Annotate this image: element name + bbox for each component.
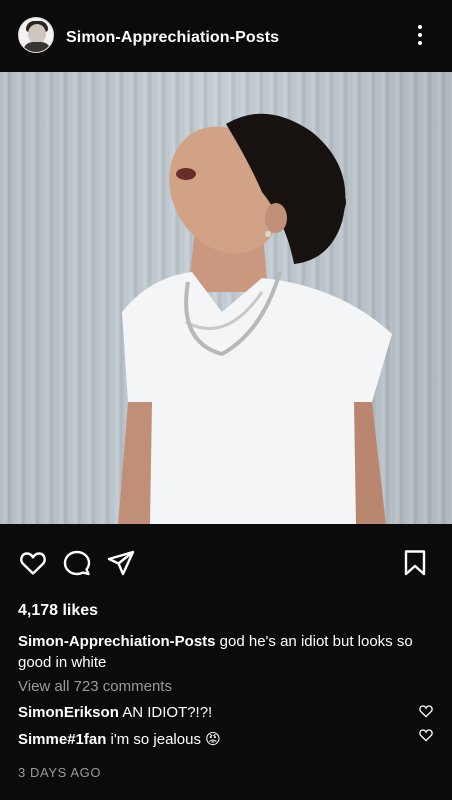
comment-text: i'm so jealous 😡 — [106, 731, 221, 748]
person-figure — [118, 113, 392, 524]
more-options-icon[interactable] — [412, 22, 428, 48]
caption-username[interactable]: Simon-Apprechiation-Posts — [18, 633, 216, 650]
post-timestamp: 3 DAYS AGO — [18, 765, 102, 780]
likes-count[interactable]: 4,178 likes — [18, 602, 98, 620]
post-header: Simon-Apprechiation-Posts — [0, 0, 452, 72]
caption: Simon-Apprechiation-Posts god he's an id… — [18, 631, 438, 673]
post-image[interactable] — [0, 72, 452, 524]
comment-like-icon[interactable] — [418, 727, 434, 743]
comment-row: Simme#1fan i'm so jealous 😡 — [18, 730, 418, 748]
header-username[interactable]: Simon-Apprechiation-Posts — [66, 29, 279, 47]
avatar[interactable] — [18, 17, 54, 53]
avatar-face — [28, 24, 46, 44]
comment-row: SimonErikson AN IDIOT?!?! — [18, 704, 418, 721]
comment-username[interactable]: SimonErikson — [18, 704, 119, 721]
bookmark-icon[interactable] — [400, 548, 430, 578]
comment-like-icon[interactable] — [418, 703, 434, 719]
view-all-comments-link[interactable]: View all 723 comments — [18, 678, 172, 695]
comment-username[interactable]: Simme#1fan — [18, 731, 106, 748]
comment-text: AN IDIOT?!?! — [118, 704, 213, 721]
action-bar — [0, 548, 452, 584]
heart-icon[interactable] — [18, 548, 48, 578]
comment-icon[interactable] — [62, 548, 92, 578]
avatar-body — [23, 42, 51, 52]
share-icon[interactable] — [106, 548, 136, 578]
